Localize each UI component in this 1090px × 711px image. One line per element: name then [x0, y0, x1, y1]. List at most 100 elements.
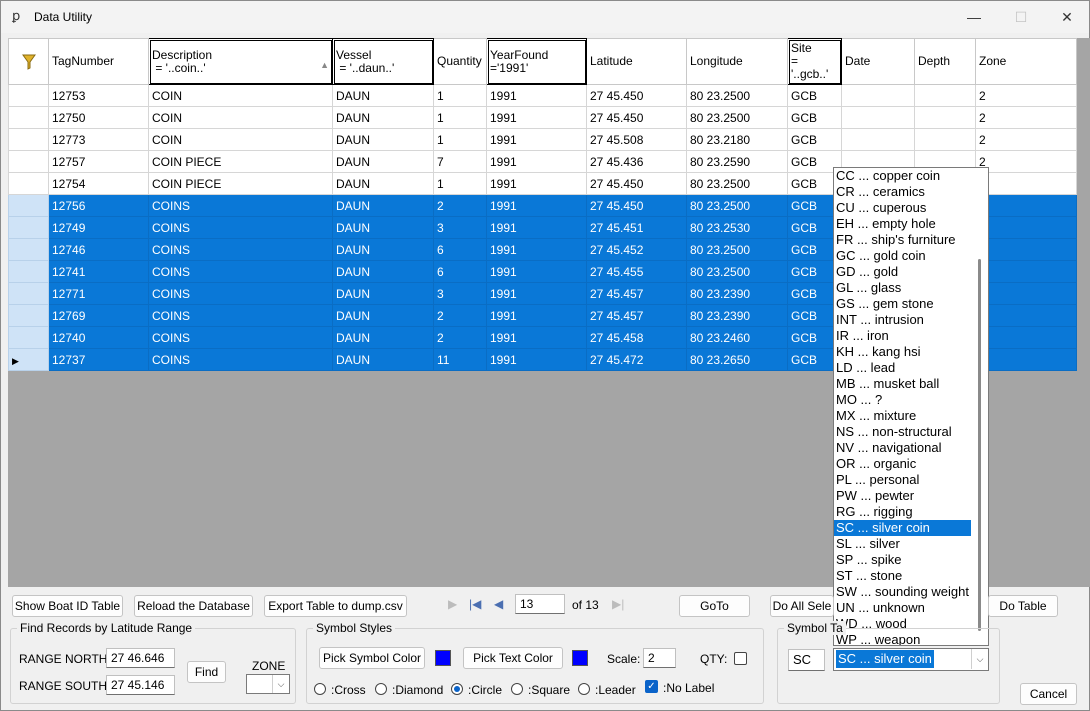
table-cell-quantity[interactable]: 11: [433, 348, 487, 371]
table-cell-quantity[interactable]: 1: [433, 84, 487, 107]
dropdown-list-item[interactable]: OR ... organic: [834, 456, 988, 472]
first-record-icon[interactable]: |◀: [469, 597, 481, 611]
table-cell-tagnumber[interactable]: 12737: [48, 348, 149, 371]
dropdown-list-item[interactable]: MX ... mixture: [834, 408, 988, 424]
table-cell-latitude[interactable]: 27 45.450: [586, 106, 687, 129]
row-header[interactable]: [8, 260, 49, 283]
table-cell-tagnumber[interactable]: 12757: [48, 150, 149, 173]
table-cell-depth[interactable]: [914, 106, 976, 129]
range-south-input[interactable]: 27 45.146: [106, 675, 175, 695]
table-cell-zone[interactable]: 2: [975, 128, 1077, 151]
table-cell-zone[interactable]: [975, 260, 1077, 283]
dropdown-list-item[interactable]: CR ... ceramics: [834, 184, 988, 200]
table-cell-tagnumber[interactable]: 12740: [48, 326, 149, 349]
table-cell-latitude[interactable]: 27 45.450: [586, 84, 687, 107]
table-cell-tagnumber[interactable]: 12754: [48, 172, 149, 195]
table-cell-longitude[interactable]: 80 23.2390: [686, 282, 788, 305]
table-cell-description[interactable]: COIN PIECE: [148, 172, 333, 195]
row-header[interactable]: [8, 128, 49, 151]
table-cell-description[interactable]: COINS: [148, 194, 333, 217]
table-cell-quantity[interactable]: 2: [433, 194, 487, 217]
reload-database-button[interactable]: Reload the Database: [134, 595, 253, 617]
row-header[interactable]: [8, 326, 49, 349]
table-cell-longitude[interactable]: 80 23.2390: [686, 304, 788, 327]
dropdown-list-item[interactable]: PW ... pewter: [834, 488, 988, 504]
category-dropdown-list[interactable]: CC ... copper coin CR ... ceramics CU ... …: [833, 167, 989, 646]
zone-select[interactable]: ⌵: [246, 674, 290, 694]
row-header[interactable]: [8, 282, 49, 305]
dropdown-list-item[interactable]: NS ... non-structural: [834, 424, 988, 440]
table-cell-quantity[interactable]: 1: [433, 128, 487, 151]
table-cell-latitude[interactable]: 27 45.457: [586, 304, 687, 327]
row-header[interactable]: [8, 304, 49, 327]
table-cell-zone[interactable]: [975, 282, 1077, 305]
table-cell-longitude[interactable]: 80 23.2500: [686, 84, 788, 107]
table-cell-description[interactable]: COINS: [148, 216, 333, 239]
table-cell-latitude[interactable]: 27 45.450: [586, 172, 687, 195]
table-cell-vessel[interactable]: DAUN: [332, 260, 434, 283]
table-cell-quantity[interactable]: 1: [433, 172, 487, 195]
column-header-zone[interactable]: Zone: [975, 38, 1077, 85]
dropdown-list-item[interactable]: FR ... ship's furniture: [834, 232, 988, 248]
shape-radio-square[interactable]: [511, 683, 523, 695]
table-cell-yearfound[interactable]: 1991: [486, 84, 587, 107]
show-boat-id-table-button[interactable]: Show Boat ID Table: [12, 595, 123, 617]
table-cell-vessel[interactable]: DAUN: [332, 106, 434, 129]
table-row[interactable]: 12753 COIN DAUN 1 1991 27 45.450 80 23.2500 GCB…: [8, 84, 1077, 107]
table-cell-vessel[interactable]: DAUN: [332, 326, 434, 349]
row-header[interactable]: [8, 194, 49, 217]
table-cell-description[interactable]: COINS: [148, 326, 333, 349]
table-cell-tagnumber[interactable]: 12749: [48, 216, 149, 239]
dropdown-list-item[interactable]: GD ... gold: [834, 264, 988, 280]
dropdown-list-item[interactable]: EH ... empty hole: [834, 216, 988, 232]
column-header-vessel[interactable]: Vessel = '..daun..': [332, 38, 434, 85]
table-cell-zone[interactable]: [975, 194, 1077, 217]
dropdown-list-item[interactable]: IR ... iron: [834, 328, 988, 344]
table-cell-site[interactable]: GCB: [787, 128, 842, 151]
dropdown-list-item[interactable]: NV ... navigational: [834, 440, 988, 456]
table-cell-latitude[interactable]: 27 45.455: [586, 260, 687, 283]
table-cell-yearfound[interactable]: 1991: [486, 348, 587, 371]
table-cell-latitude[interactable]: 27 45.458: [586, 326, 687, 349]
dropdown-list-item[interactable]: ST ... stone: [834, 568, 988, 584]
previous-record-icon[interactable]: ◀: [494, 597, 503, 611]
table-cell-depth[interactable]: [914, 84, 976, 107]
table-cell-quantity[interactable]: 2: [433, 304, 487, 327]
table-cell-vessel[interactable]: DAUN: [332, 128, 434, 151]
table-cell-zone[interactable]: 2: [975, 150, 1077, 173]
find-button[interactable]: Find: [187, 661, 226, 683]
table-cell-tagnumber[interactable]: 12746: [48, 238, 149, 261]
record-number-input[interactable]: 13: [515, 594, 565, 614]
table-cell-quantity[interactable]: 6: [433, 238, 487, 261]
table-cell-description[interactable]: COINS: [148, 282, 333, 305]
table-cell-latitude[interactable]: 27 45.451: [586, 216, 687, 239]
dropdown-list-item[interactable]: INT ... intrusion: [834, 312, 988, 328]
column-header-quantity[interactable]: Quantity: [433, 38, 487, 85]
table-cell-tagnumber[interactable]: 12750: [48, 106, 149, 129]
table-cell-yearfound[interactable]: 1991: [486, 194, 587, 217]
column-header-depth[interactable]: Depth: [914, 38, 976, 85]
table-cell-yearfound[interactable]: 1991: [486, 282, 587, 305]
table-cell-longitude[interactable]: 80 23.2590: [686, 150, 788, 173]
table-cell-vessel[interactable]: DAUN: [332, 238, 434, 261]
chevron-down-icon[interactable]: ⌵: [272, 675, 289, 693]
table-cell-yearfound[interactable]: 1991: [486, 150, 587, 173]
table-cell-latitude[interactable]: 27 45.508: [586, 128, 687, 151]
table-row[interactable]: 12750 COIN DAUN 1 1991 27 45.450 80 23.2500 GCB…: [8, 106, 1077, 129]
dropdown-list-item[interactable]: SW ... sounding weight: [834, 584, 988, 600]
dropdown-list-item[interactable]: CC ... copper coin: [834, 168, 988, 184]
table-cell-vessel[interactable]: DAUN: [332, 216, 434, 239]
table-cell-tagnumber[interactable]: 12771: [48, 282, 149, 305]
table-cell-vessel[interactable]: DAUN: [332, 282, 434, 305]
table-cell-tagnumber[interactable]: 12769: [48, 304, 149, 327]
export-table-button[interactable]: Export Table to dump.csv: [264, 595, 407, 617]
row-header[interactable]: [8, 106, 49, 129]
dropdown-list-item[interactable]: RG ... rigging: [834, 504, 988, 520]
dropdown-list-item[interactable]: GC ... gold coin: [834, 248, 988, 264]
table-cell-yearfound[interactable]: 1991: [486, 106, 587, 129]
shape-radio-leader[interactable]: [578, 683, 590, 695]
table-cell-yearfound[interactable]: 1991: [486, 216, 587, 239]
row-header[interactable]: [8, 84, 49, 107]
pick-text-color-button[interactable]: Pick Text Color: [463, 647, 563, 669]
dropdown-list-item[interactable]: MO ... ?: [834, 392, 988, 408]
